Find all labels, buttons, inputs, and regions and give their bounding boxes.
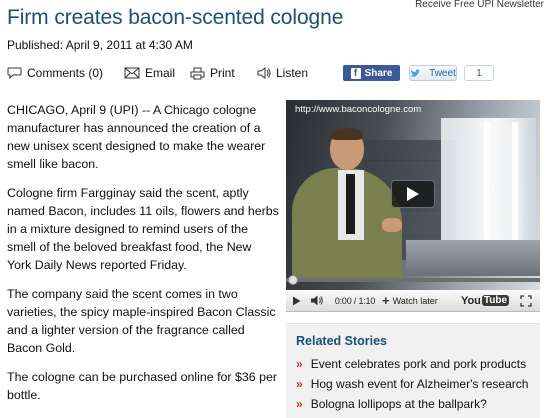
article-paragraph: The cologne can be purchased online for … [7,370,278,402]
play-button[interactable] [286,290,306,312]
video-frame-light [512,122,518,247]
newsletter-link[interactable]: Receive Free UPI Newsletter [415,0,544,10]
youtube-logo-button[interactable]: You Tube [454,290,516,312]
video-play-overlay-button[interactable] [391,180,435,208]
listen-button[interactable]: Listen [257,64,308,82]
related-story-item: » Bologna lollipops at the ballpark? [296,394,528,414]
fullscreen-button[interactable] [516,290,536,312]
watch-later-label: Watch later [392,295,438,306]
related-story-link[interactable]: Event celebrates pork and pork products [311,357,526,371]
related-story-link[interactable]: Bologna lollipops at the ballpark? [311,397,487,411]
article-body: CHICAGO, April 9 (UPI) -- A Chicago colo… [7,101,279,415]
tweet-count: 1 [464,65,494,81]
play-icon [407,187,419,201]
article-paragraph: The company said the scent comes in two … [7,287,276,355]
share-label: Share [364,67,393,79]
related-stories-title: Related Stories [296,334,388,348]
page-title: Firm creates bacon-scented cologne [7,6,344,29]
related-story-item: » Event celebrates pork and pork products [296,354,528,374]
print-label: Print [210,66,235,80]
comments-button[interactable]: Comments (0) [7,64,103,82]
video-person-tie [346,174,355,234]
related-stories-list: » Event celebrates pork and pork products… [296,354,528,414]
tweet-label: Tweet [429,67,456,79]
volume-button[interactable] [306,290,328,312]
video-person-hand [382,218,402,232]
bullet-icon: » [296,377,303,391]
facebook-share-button[interactable]: f Share [343,65,400,81]
bullet-icon: » [296,357,303,371]
related-stories: Related Stories » Event celebrates pork a… [286,323,540,418]
video-frame-light [484,122,490,242]
fullscreen-icon [520,294,532,307]
play-icon [292,296,300,305]
plus-icon: + [382,293,390,308]
related-story-item: » Hog wash event for Alzheimer's research [296,374,528,394]
video-controls: 0:00 / 1:10 + Watch later You Tube [286,290,540,312]
comments-label: Comments (0) [27,66,104,80]
email-button[interactable]: Email [124,64,175,82]
twitter-bird-icon [411,68,421,77]
published-date: Published: April 9, 2011 at 4:30 AM [7,38,193,52]
speaker-icon [311,295,323,306]
listen-label: Listen [276,66,309,80]
article-toolbar: Comments (0) Email Print Listen f Share … [7,64,550,84]
print-button[interactable]: Print [190,64,235,82]
video-scrubber-handle[interactable] [288,275,298,285]
article-paragraph: CHICAGO, April 9 (UPI) -- A Chicago colo… [7,103,266,171]
youtube-logo: You Tube [460,294,510,307]
comment-icon [7,67,22,79]
tweet-button[interactable]: Tweet [409,65,457,81]
watch-later-button[interactable]: + Watch later [382,290,454,312]
article-paragraph: Cologne firm Fargginay said the scent, a… [7,186,279,272]
bullet-icon: » [296,397,303,411]
video-time: 0:00 / 1:10 [334,295,376,306]
related-story-link[interactable]: Hog wash event for Alzheimer's research [311,377,529,391]
video-url-overlay: http://www.baconcologne.com [295,104,422,115]
printer-icon [190,67,205,79]
video-progress-bar[interactable] [286,278,540,282]
email-label: Email [145,66,176,80]
video-frame-counter [406,240,540,276]
video-player[interactable]: http://www.baconcologne.com [286,100,540,290]
video-person-hair [331,128,363,140]
speaker-icon [257,67,271,79]
facebook-icon: f [350,67,361,79]
envelope-icon [124,67,140,79]
